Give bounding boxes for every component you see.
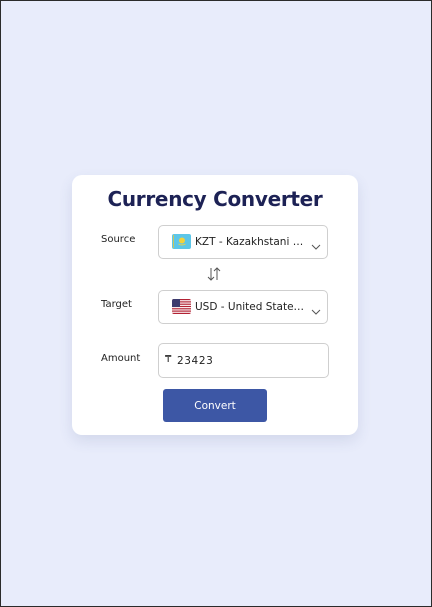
convert-button[interactable]: Convert [163,389,267,422]
amount-field: ₸ [158,343,329,378]
source-label: Source [101,234,136,245]
source-currency-select[interactable]: KZT - Kazakhstani Tenge [158,225,328,259]
chevron-down-icon [311,303,321,315]
amount-label: Amount [101,353,141,364]
kazakhstan-flag-icon [172,234,191,249]
source-currency-value: KZT - Kazakhstani Tenge [195,236,307,248]
target-label: Target [101,299,132,310]
amount-input[interactable] [177,352,317,370]
chevron-down-icon [311,238,321,250]
swap-arrows-icon[interactable] [206,267,222,281]
currency-symbol: ₸ [165,354,172,365]
target-currency-value: USD - United States Dollar [195,301,307,313]
converter-card: Currency Converter Source KZT - Kazakhst… [72,175,358,435]
page-title: Currency Converter [107,187,323,211]
target-currency-select[interactable]: USD - United States Dollar [158,290,328,324]
united-states-flag-icon [172,299,191,314]
